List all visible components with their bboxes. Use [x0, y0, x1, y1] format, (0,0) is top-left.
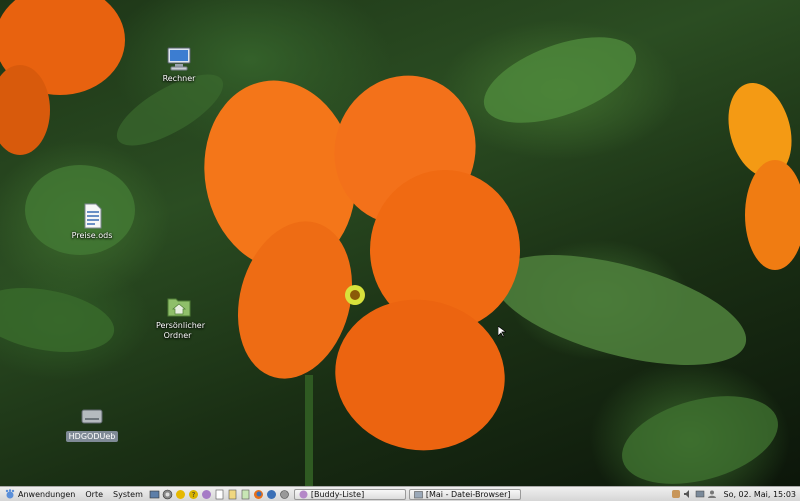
- applications-menu[interactable]: Anwendungen: [0, 487, 80, 501]
- desktop-icon-label: Preise.ods: [69, 230, 116, 241]
- svg-text:?: ?: [192, 491, 196, 499]
- firefox-icon[interactable]: [253, 489, 264, 500]
- text-editor-icon[interactable]: [214, 489, 225, 500]
- panel-clock[interactable]: So, 02. Mai, 15:03: [724, 490, 800, 499]
- spreadsheet-file-icon: [78, 203, 106, 229]
- network-icon[interactable]: [695, 489, 705, 499]
- places-menu-label: Orte: [85, 490, 103, 499]
- desktop-icon-hdgodueb[interactable]: HDGODUeb: [52, 404, 132, 442]
- system-menu[interactable]: System: [108, 487, 148, 501]
- task-label: [Mai - Datei-Browser]: [426, 490, 511, 499]
- desktop-icon-label: HDGODUeb: [66, 431, 119, 442]
- desktop-icon-label: Persönlicher Ordner: [153, 320, 205, 341]
- screenshot-icon[interactable]: [162, 489, 173, 500]
- task-label: [Buddy-Liste]: [311, 490, 364, 499]
- task-buddy-liste[interactable]: [Buddy-Liste]: [294, 489, 406, 500]
- desktop-icon-persoenlicher-ordner[interactable]: Persönlicher Ordner: [139, 293, 219, 341]
- bottom-panel: Anwendungen Orte System ? [Buddy-Liste] …: [0, 486, 800, 501]
- mouse-cursor-icon: [498, 326, 506, 338]
- gnome-foot-icon: [5, 489, 15, 499]
- desktop-icon-preise-ods[interactable]: Preise.ods: [52, 203, 132, 241]
- help-icon[interactable]: ?: [188, 489, 199, 500]
- chat-launcher-icon[interactable]: [201, 489, 212, 500]
- pidgin-icon: [299, 490, 308, 499]
- task-datei-browser[interactable]: [Mai - Datei-Browser]: [409, 489, 521, 500]
- places-menu[interactable]: Orte: [80, 487, 108, 501]
- document-icon[interactable]: [227, 489, 238, 500]
- volume-icon[interactable]: [683, 489, 693, 499]
- applications-menu-label: Anwendungen: [18, 490, 75, 499]
- notification-icon[interactable]: [671, 489, 681, 499]
- drive-icon: [78, 404, 106, 430]
- system-menu-label: System: [113, 490, 143, 499]
- desktop-icon-label: Rechner: [160, 73, 199, 84]
- show-desktop-icon[interactable]: [149, 489, 160, 500]
- emblem-icon[interactable]: [175, 489, 186, 500]
- folder-window-icon: [414, 490, 423, 499]
- user-icon[interactable]: [707, 489, 717, 499]
- settings-icon[interactable]: [279, 489, 290, 500]
- computer-icon: [165, 46, 193, 72]
- desktop-icon-rechner[interactable]: Rechner: [139, 46, 219, 84]
- thunderbird-icon[interactable]: [266, 489, 277, 500]
- spreadsheet-launcher-icon[interactable]: [240, 489, 251, 500]
- home-folder-icon: [165, 293, 193, 319]
